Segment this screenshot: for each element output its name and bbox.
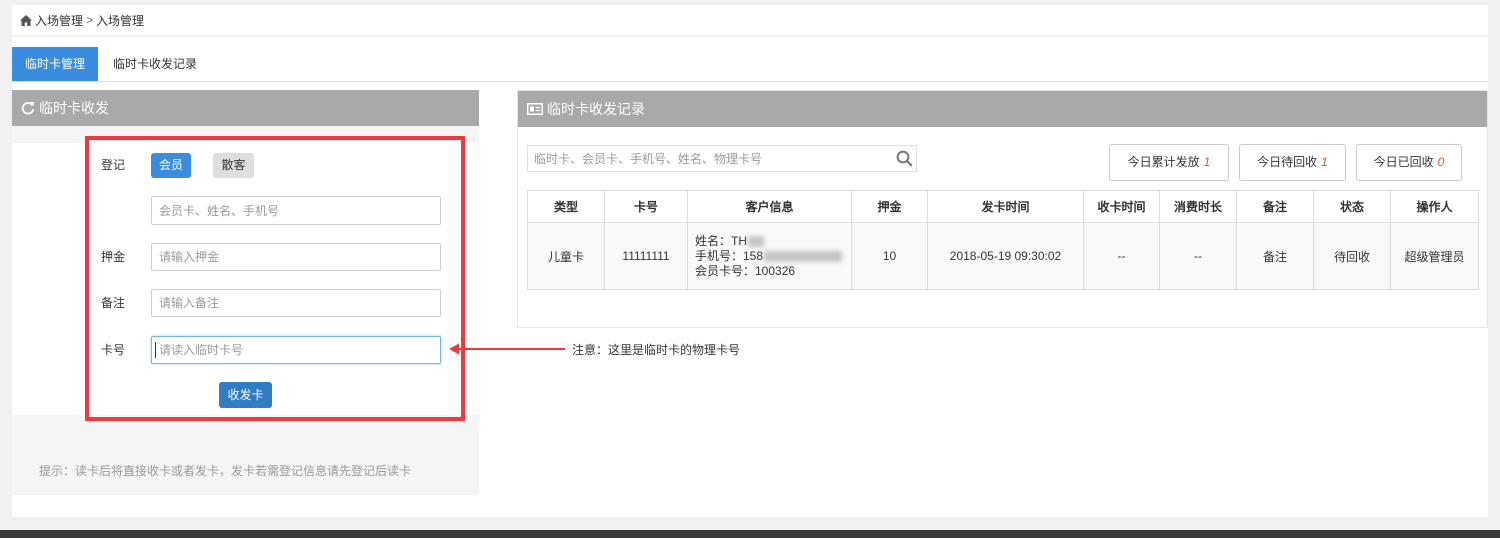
- column-header: 消费时长: [1159, 190, 1237, 223]
- redaction-blur: [748, 235, 764, 247]
- panel-header: 临时卡收发记录: [518, 91, 1487, 127]
- stat-count: 1: [1321, 155, 1328, 169]
- deposit-label: 押金: [101, 250, 126, 264]
- issue-return-card-button[interactable]: 收发卡: [219, 382, 272, 408]
- records-search: [527, 145, 917, 172]
- member-search-input[interactable]: [151, 196, 441, 225]
- search-icon[interactable]: [896, 150, 913, 167]
- column-header: 押金: [851, 190, 928, 223]
- stat-pending-return-button[interactable]: 今日待回收 1: [1239, 144, 1346, 181]
- arrow-head: [449, 343, 459, 355]
- cell-issue-time: 2018-05-19 09:30:02: [927, 222, 1084, 290]
- stat-count: 1: [1203, 155, 1211, 169]
- refresh-icon: [21, 101, 35, 115]
- stat-label: 今日已回收: [1373, 155, 1434, 169]
- stat-label: 今日累计发放: [1127, 155, 1200, 169]
- customer-name-line: 姓名：TH: [695, 234, 851, 249]
- breadcrumb-item-current: 入场管理: [96, 13, 145, 28]
- guest-button[interactable]: 散客: [213, 153, 254, 178]
- cell-type: 儿童卡: [527, 222, 605, 290]
- tab-temp-card-records[interactable]: 临时卡收发记录: [113, 47, 197, 81]
- breadcrumb-separator: >: [86, 13, 94, 27]
- column-header: 操作人: [1390, 190, 1479, 223]
- cell-return-time: --: [1083, 222, 1160, 290]
- annotation-note: 注意：这里是临时卡的物理卡号: [572, 343, 741, 357]
- home-icon: [20, 14, 32, 26]
- table-header-row: 类型 卡号 客户信息 押金 发卡时间 收卡时间 消费时长 备注 状态 操作人: [527, 190, 1479, 223]
- column-header: 发卡时间: [927, 190, 1084, 223]
- remark-input[interactable]: [151, 289, 441, 317]
- breadcrumb-item-parent[interactable]: 入场管理: [35, 12, 83, 29]
- annotation-arrow: [449, 343, 565, 355]
- cell-duration: --: [1159, 222, 1237, 290]
- records-table: 类型 卡号 客户信息 押金 发卡时间 收卡时间 消费时长 备注 状态 操作人 儿…: [527, 190, 1479, 290]
- customer-name: 姓名：TH: [695, 233, 747, 248]
- cell-operator: 超级管理员: [1390, 222, 1479, 290]
- tab-temp-card-management[interactable]: 临时卡管理: [12, 47, 98, 81]
- customer-phone: 手机号：158: [695, 248, 764, 263]
- form-area: [12, 143, 479, 415]
- register-label: 登记: [101, 158, 126, 172]
- cell-customer-info: 姓名：TH 手机号：158 会员卡号：100326: [687, 222, 852, 290]
- stat-issued-today-button[interactable]: 今日累计发放 1: [1109, 144, 1229, 181]
- id-card-icon: [527, 103, 543, 115]
- stat-label: 今日待回收: [1257, 155, 1318, 169]
- tab-bar: 临时卡管理 临时卡收发记录: [12, 47, 1488, 82]
- cell-status: 待回收: [1313, 222, 1391, 290]
- column-header: 类型: [527, 190, 605, 223]
- cell-deposit: 10: [851, 222, 928, 290]
- column-header: 卡号: [604, 190, 688, 223]
- temp-card-issue-panel: 临时卡收发 登记 会员 散客 押金 备注 卡号 收发卡 提示：读卡后将直接收卡或…: [12, 90, 479, 495]
- column-header: 状态: [1313, 190, 1391, 223]
- records-search-input[interactable]: [527, 145, 917, 172]
- text-caret: [155, 342, 156, 358]
- redaction-blur: [764, 250, 843, 262]
- column-header: 备注: [1236, 190, 1314, 223]
- member-button[interactable]: 会员: [151, 153, 191, 178]
- panel-title: 临时卡收发记录: [547, 101, 645, 117]
- cell-remark: 备注: [1236, 222, 1314, 290]
- customer-phone-line: 手机号：158: [695, 249, 851, 264]
- remark-label: 备注: [101, 296, 126, 310]
- card-number-label: 卡号: [101, 343, 126, 357]
- column-header: 收卡时间: [1083, 190, 1160, 223]
- panel-header: 临时卡收发: [12, 90, 479, 126]
- deposit-input[interactable]: [151, 243, 441, 271]
- table-row: 儿童卡 11111111 姓名：TH 手机号：158 会员卡号：100326 1…: [527, 222, 1479, 290]
- stat-returned-today-button[interactable]: 今日已回收 0: [1356, 144, 1462, 181]
- footer-bar: [0, 530, 1500, 538]
- main-content: 临时卡管理 临时卡收发记录 临时卡收发 登记 会员 散客 押金 备注 卡号 收发…: [12, 37, 1488, 517]
- column-header: 客户信息: [687, 190, 852, 223]
- cell-card-number: 11111111: [604, 222, 688, 290]
- card-number-input[interactable]: [151, 336, 441, 364]
- stat-count: 0: [1437, 155, 1445, 169]
- panel-title: 临时卡收发: [39, 100, 109, 116]
- temp-card-records-panel: 临时卡收发记录 今日累计发放1 今日待回收1 今日已回收0 类型: [517, 90, 1488, 328]
- hint-text: 提示：读卡后将直接收卡或者发卡，发卡若需登记信息请先登记后读卡: [39, 464, 412, 478]
- breadcrumb: 入场管理 > 入场管理: [12, 5, 1488, 35]
- customer-member-card: 会员卡号：100326: [695, 263, 796, 278]
